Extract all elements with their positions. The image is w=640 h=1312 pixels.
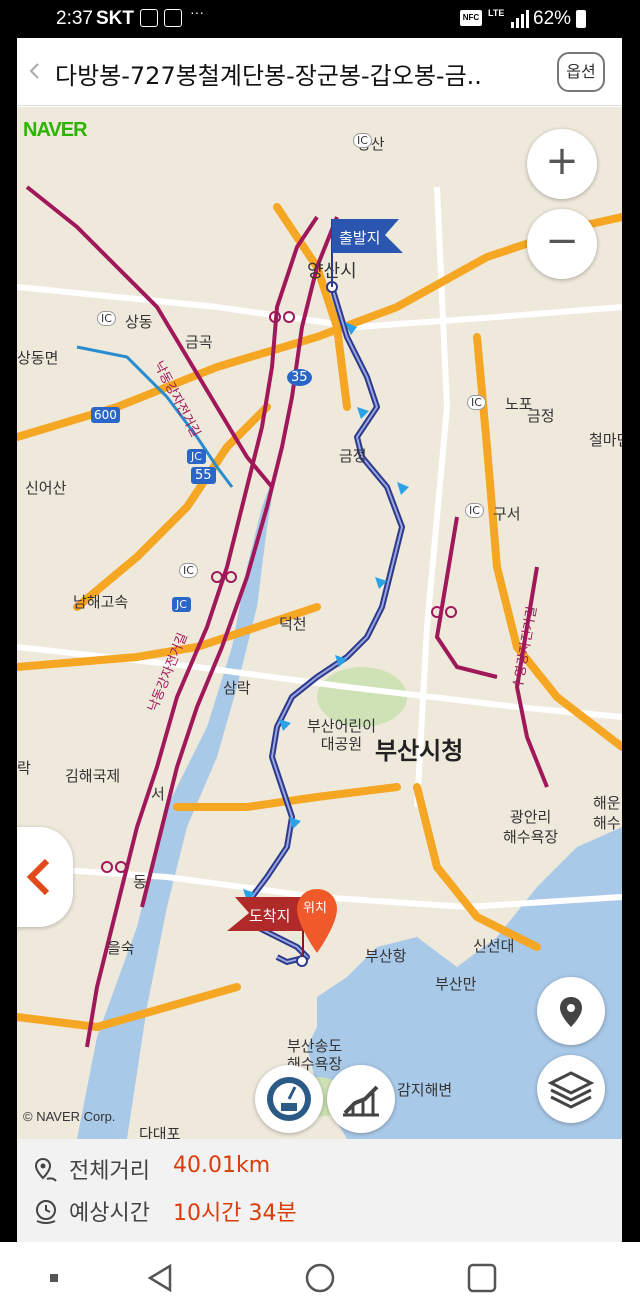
jc-marker: JC bbox=[187, 449, 206, 464]
map-view[interactable]: NAVER 양산 양산시 상동 상동면 금곡 신어산 금정 금정 노포 구서 철… bbox=[17, 107, 622, 1139]
map-label-geumjeong: 금정 bbox=[339, 447, 367, 465]
map-copyright: © NAVER Corp. bbox=[23, 1109, 116, 1124]
map-label-gamji-beach: 감지해변 bbox=[397, 1081, 453, 1099]
map-label-sangdong: 상동 bbox=[125, 313, 153, 331]
elevation-icon bbox=[343, 1085, 379, 1117]
time-value: 10시간 34분 bbox=[173, 1201, 297, 1226]
chevron-left-icon bbox=[29, 63, 39, 79]
map-layers-button[interactable] bbox=[537, 1055, 605, 1123]
ic-marker-4: IC bbox=[467, 395, 486, 410]
map-label-samrak: 삼락 bbox=[223, 679, 251, 697]
end-flag-label: 도착지 bbox=[249, 907, 291, 925]
distance-label: 전체거리 bbox=[69, 1159, 150, 1184]
signal-icon bbox=[511, 10, 529, 28]
ic-marker-2: IC bbox=[97, 311, 116, 326]
map-label-seo: 서 bbox=[151, 785, 165, 803]
map-label-busan-city-hall: 부산시청 bbox=[375, 737, 464, 765]
map-label-haeundae: 해운 해수 bbox=[593, 794, 621, 832]
status-time: 2:37 bbox=[56, 8, 93, 29]
route-55-shield: 55 bbox=[191, 467, 216, 484]
app-notification-icon bbox=[140, 9, 158, 27]
map-label-rak: 락 bbox=[17, 759, 31, 777]
jc-marker-2: JC bbox=[172, 597, 191, 612]
zoom-in-button[interactable]: + bbox=[527, 129, 597, 199]
side-panel-toggle[interactable] bbox=[17, 827, 73, 927]
map-label-dong: 동 bbox=[133, 873, 147, 891]
map-label-guseo: 구서 bbox=[493, 505, 521, 523]
status-carrier: SKT bbox=[96, 8, 134, 29]
system-nav-bar bbox=[0, 1242, 640, 1312]
map-label-sinseondae: 신선대 bbox=[473, 937, 515, 955]
distance-value: 40.01km bbox=[173, 1153, 271, 1178]
map-label-cheolma: 철마면 bbox=[589, 431, 622, 449]
more-notifications-icon: ··· bbox=[190, 4, 204, 20]
ic-marker-5: IC bbox=[465, 503, 484, 518]
clock-pin-icon bbox=[36, 1200, 56, 1224]
elevation-button[interactable] bbox=[327, 1065, 395, 1133]
location-pin[interactable]: 위치 bbox=[295, 887, 339, 963]
map-label-busan-bay: 부산만 bbox=[435, 975, 477, 993]
map-label-busan-port: 부산항 bbox=[365, 947, 407, 965]
route-35-shield: 35 bbox=[287, 369, 312, 386]
page-title: 다방봉-727봉철계단봉-장군봉-갑오봉-금.. bbox=[55, 62, 482, 90]
map-label-deokcheon: 덕천 bbox=[279, 615, 307, 633]
ic-marker: IC bbox=[353, 133, 372, 148]
back-icon[interactable] bbox=[144, 1262, 176, 1294]
app-window: 다방봉-727봉철계단봉-장군봉-갑오봉-금.. 옵션 NAVER 양산시 상동… bbox=[17, 38, 622, 1242]
nfc-icon: NFC bbox=[460, 10, 482, 26]
time-label: 예상시간 bbox=[69, 1201, 150, 1226]
header: 다방봉-727봉철계단봉-장군봉-갑오봉-금.. 옵션 bbox=[17, 38, 622, 106]
map-label-gwangalli: 광안리 해수욕장 bbox=[503, 808, 559, 846]
route-600-shield: 600 bbox=[91, 407, 120, 423]
distance-pin-icon bbox=[34, 1157, 57, 1182]
speedometer-icon bbox=[267, 1077, 311, 1121]
start-flag-label: 출발지 bbox=[339, 229, 381, 247]
location-marker-icon bbox=[560, 997, 582, 1027]
start-flag[interactable]: 출발지 bbox=[329, 219, 409, 295]
my-location-button[interactable] bbox=[537, 977, 605, 1045]
battery-percent: 62% bbox=[533, 8, 572, 29]
layers-icon bbox=[547, 1071, 595, 1109]
map-label-namhae-gosok: 남해고속 bbox=[73, 593, 129, 611]
recent-apps-icon[interactable] bbox=[48, 1272, 62, 1286]
app-notification-icon-2 bbox=[164, 9, 182, 27]
options-button[interactable]: 옵션 bbox=[557, 52, 605, 92]
ic-marker-3: IC bbox=[179, 563, 198, 578]
speed-dial-button[interactable] bbox=[255, 1065, 323, 1133]
map-label-eulsuk: 을숙 bbox=[107, 939, 135, 957]
chevron-left-icon-2 bbox=[26, 858, 50, 896]
battery-icon bbox=[576, 10, 586, 28]
overview-icon[interactable] bbox=[466, 1262, 498, 1294]
map-label-sangdong-myeon: 상동면 bbox=[17, 349, 59, 367]
zoom-out-button[interactable]: − bbox=[527, 209, 597, 279]
map-label-nopo: 노포 bbox=[505, 395, 533, 413]
naver-logo: NAVER bbox=[23, 119, 88, 141]
map-label-gimhae-airport: 김해국제 bbox=[65, 767, 121, 785]
home-icon[interactable] bbox=[304, 1262, 336, 1294]
location-pin-label: 위치 bbox=[303, 901, 327, 916]
status-bar: 2:37 SKT ··· NFC LTE 62% bbox=[0, 0, 640, 38]
route-info-panel: 전체거리 40.01km 예상시간 10시간 34분 bbox=[17, 1139, 622, 1242]
lte-icon: LTE bbox=[488, 8, 505, 18]
map-label-dadaepo: 다대포 bbox=[139, 1125, 181, 1139]
map-label-geumgok: 금곡 bbox=[185, 333, 213, 351]
map-label-childrens-park: 부산어린이 대공원 bbox=[307, 717, 377, 753]
back-button[interactable] bbox=[23, 56, 47, 86]
map-label-sineosan: 신어산 bbox=[25, 479, 67, 497]
